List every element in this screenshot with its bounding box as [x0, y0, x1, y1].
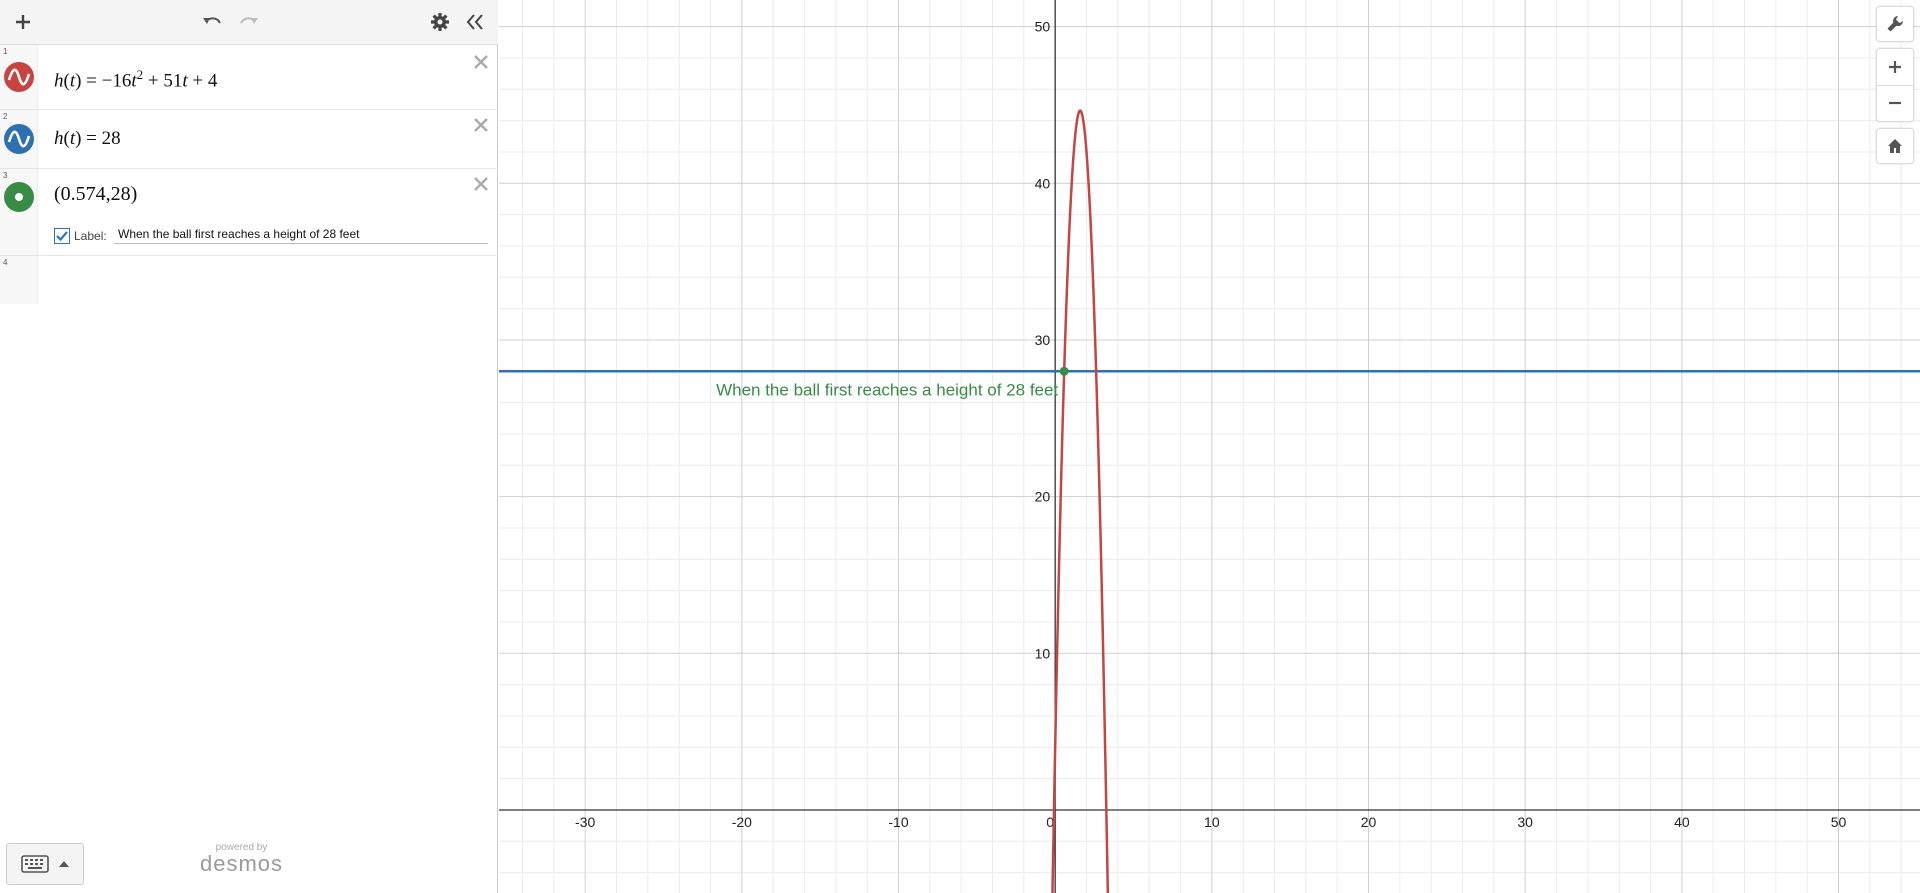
caret-up-icon: [59, 861, 69, 867]
close-icon: [474, 55, 488, 69]
expression-item[interactable]: 3 (0.574,28) Label:: [0, 169, 498, 256]
label-checkbox[interactable]: [54, 228, 70, 244]
y-tick-label: 30: [1035, 332, 1051, 348]
minus-icon: [1889, 101, 1901, 105]
wave-icon: [7, 130, 31, 148]
parabola-curve: [1051, 109, 1110, 893]
undo-icon: [203, 17, 221, 24]
redo-button[interactable]: [234, 8, 264, 36]
graph-settings-button[interactable]: [1876, 6, 1914, 42]
expression-gutter: 3: [0, 169, 38, 255]
expression-number: 3: [3, 171, 8, 180]
y-tick-label: 10: [1035, 645, 1051, 661]
close-icon: [474, 118, 488, 132]
empty-expression-item[interactable]: 4: [0, 256, 498, 304]
label-toggle[interactable]: Label:: [54, 228, 107, 244]
powered-by-desmos: powered by desmos: [200, 842, 283, 877]
x-tick-label: 50: [1831, 814, 1847, 830]
redo-icon: [240, 17, 258, 24]
collapse-panel-button[interactable]: [460, 8, 490, 36]
x-tick-label: 10: [1204, 814, 1220, 830]
expression-toolbar: [0, 0, 498, 45]
point-label: When the ball first reaches a height of …: [716, 380, 1058, 399]
zoom-out-button[interactable]: [1877, 86, 1913, 121]
keyboard-icon: [21, 855, 49, 873]
add-expression-button[interactable]: [8, 8, 38, 36]
plus-icon: [1889, 61, 1901, 73]
expression-math[interactable]: h(t) = −16t2 + 51t + 4: [54, 67, 217, 92]
expression-gutter: 2: [0, 110, 38, 168]
plus-icon: [16, 15, 30, 29]
expression-panel: 1 h(t) = −16t2 + 51t + 4 2 h(t) = 28 3 (…: [0, 0, 498, 893]
zoom-controls: [1876, 48, 1914, 122]
double-chevron-left-icon: [466, 14, 483, 30]
label-text-input[interactable]: [114, 224, 488, 244]
check-icon: [56, 231, 68, 242]
x-tick-label: -10: [888, 814, 908, 830]
desmos-app: 1 h(t) = −16t2 + 51t + 4 2 h(t) = 28 3 (…: [0, 0, 1920, 893]
settings-button[interactable]: [425, 8, 455, 36]
y-tick-label: 50: [1035, 19, 1051, 35]
desmos-logo: desmos: [200, 851, 284, 876]
point-color-toggle[interactable]: [4, 182, 34, 212]
wrench-icon: [1887, 16, 1903, 32]
delete-expression-button[interactable]: [470, 173, 492, 195]
expression-item[interactable]: 1 h(t) = −16t2 + 51t + 4: [0, 45, 498, 110]
y-tick-label: 40: [1035, 175, 1051, 191]
intersection-point: [1059, 366, 1069, 376]
home-icon: [1888, 139, 1902, 153]
wave-icon: [7, 68, 31, 86]
undo-button[interactable]: [197, 8, 227, 36]
point-icon: [15, 193, 23, 201]
default-view-button[interactable]: [1876, 128, 1914, 164]
graph-canvas[interactable]: -30 -20 -10 0 10 20 30 40 501020304050When the b…: [499, 0, 1920, 893]
y-tick-label: 20: [1035, 489, 1051, 505]
graph-color-toggle[interactable]: [4, 124, 34, 154]
expression-math[interactable]: h(t) = 28: [54, 128, 121, 150]
graph-color-toggle[interactable]: [4, 62, 34, 92]
expression-number: 2: [3, 112, 8, 121]
expression-number: 1: [3, 47, 8, 56]
expression-math[interactable]: (0.574,28): [54, 183, 137, 206]
expression-gutter: 4: [0, 256, 38, 304]
close-icon: [474, 177, 488, 191]
keyboard-toggle-button[interactable]: [6, 843, 84, 885]
label-checkbox-text: Label:: [74, 229, 107, 243]
delete-expression-button[interactable]: [470, 51, 492, 73]
expression-number: 4: [3, 258, 8, 267]
gear-icon: [431, 13, 449, 31]
expression-gutter: 1: [0, 45, 38, 109]
x-tick-label: 30: [1517, 814, 1533, 830]
x-tick-label: -30: [575, 814, 595, 830]
expression-item[interactable]: 2 h(t) = 28: [0, 110, 498, 169]
x-tick-label: 40: [1674, 814, 1690, 830]
zoom-in-button[interactable]: [1877, 50, 1913, 86]
graph-paper[interactable]: -30 -20 -10 0 10 20 30 40 50 10 20 30 40 50 When the b…: [499, 0, 1920, 893]
delete-expression-button[interactable]: [470, 114, 492, 136]
x-tick-label: -20: [732, 814, 752, 830]
x-tick-label: 20: [1361, 814, 1377, 830]
